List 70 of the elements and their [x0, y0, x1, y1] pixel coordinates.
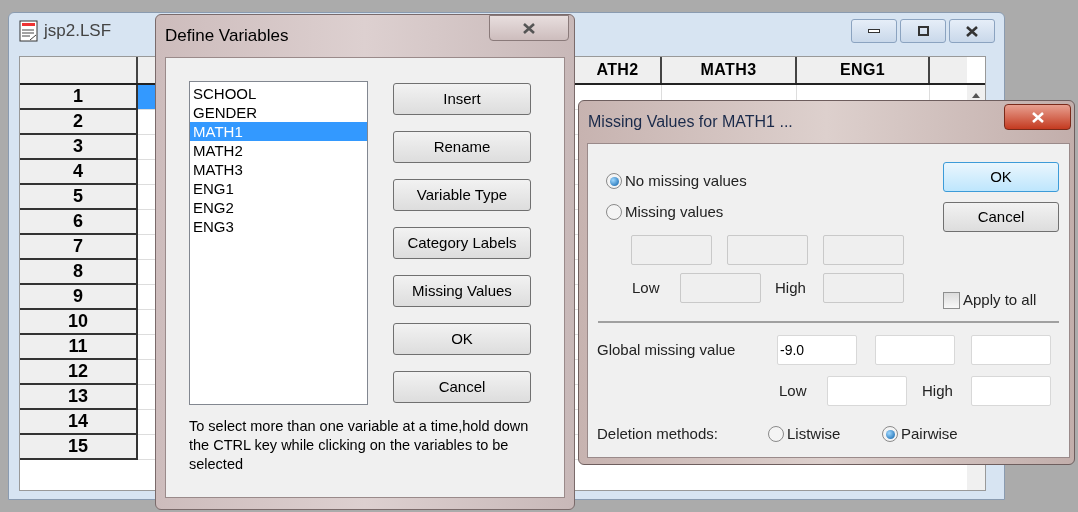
dialog-button[interactable]: Category Labels — [393, 227, 531, 259]
input-field[interactable] — [875, 335, 955, 365]
high-label: High — [775, 277, 807, 298]
row-header[interactable]: 7 — [20, 235, 138, 260]
row-header[interactable]: 3 — [20, 135, 138, 160]
dialog-button[interactable]: Variable Type — [393, 179, 531, 211]
input-field[interactable] — [971, 376, 1051, 406]
dialog-button[interactable]: OK — [943, 162, 1059, 192]
radio-button[interactable] — [882, 426, 898, 443]
row-header[interactable]: 15 — [20, 435, 138, 460]
row-header[interactable]: 5 — [20, 185, 138, 210]
dialog-title: Missing Values for MATH1 ... — [588, 112, 793, 132]
close-icon — [1031, 111, 1044, 123]
row-header[interactable]: 4 — [20, 160, 138, 185]
header-cell — [930, 57, 967, 83]
high-label: High — [922, 380, 954, 401]
column-header: MATH3 — [662, 57, 797, 83]
input-field[interactable] — [971, 335, 1051, 365]
close-button[interactable] — [1004, 104, 1071, 130]
list-item[interactable]: MATH2 — [190, 141, 367, 160]
dialog-button[interactable]: Rename — [393, 131, 531, 163]
dialog-button[interactable]: Cancel — [943, 202, 1059, 232]
row-header[interactable]: 9 — [20, 285, 138, 310]
radio-label: Pairwise — [901, 424, 958, 444]
column-header: ATH2 — [575, 57, 662, 83]
global-missing-label: Global missing value — [597, 339, 737, 360]
dialog-button[interactable]: Insert — [393, 83, 531, 115]
row-header[interactable]: 6 — [20, 210, 138, 235]
input-field[interactable] — [827, 376, 907, 406]
radio-label: Missing values — [625, 201, 724, 222]
row-header[interactable]: 14 — [20, 410, 138, 435]
radio-label: Listwise — [787, 424, 841, 444]
list-item[interactable]: GENDER — [190, 103, 367, 122]
maximize-button[interactable] — [900, 19, 946, 43]
checkbox-label: Apply to all — [963, 290, 1037, 310]
row-header[interactable]: 10 — [20, 310, 138, 335]
list-item[interactable]: SCHOOL — [190, 84, 367, 103]
radio-button[interactable] — [768, 426, 784, 443]
low-label: Low — [779, 380, 808, 401]
dialog-button[interactable]: Missing Values — [393, 275, 531, 307]
window-title: jsp2.LSF — [44, 20, 112, 43]
close-icon — [966, 25, 978, 37]
minimize-button[interactable] — [851, 19, 897, 43]
list-item[interactable]: ENG3 — [190, 217, 367, 236]
row-header[interactable]: 1 — [20, 85, 138, 110]
radio-label: No missing values — [625, 170, 747, 191]
close-icon — [523, 22, 535, 34]
deletion-methods-label: Deletion methods: — [597, 424, 719, 444]
row-header[interactable]: 8 — [20, 260, 138, 285]
list-item[interactable]: ENG1 — [190, 179, 367, 198]
low-label: Low — [632, 277, 661, 298]
close-button[interactable] — [489, 15, 569, 41]
list-item[interactable]: ENG2 — [190, 198, 367, 217]
radio-button[interactable] — [606, 173, 622, 189]
row-header[interactable]: 2 — [20, 110, 138, 135]
variable-list[interactable]: SCHOOL GENDER MATH1 MATH2 MATH3 ENG1 ENG2 ENG3 — [189, 81, 368, 405]
dialog-button[interactable]: Cancel — [393, 371, 531, 403]
row-header[interactable]: 12 — [20, 360, 138, 385]
radio-button[interactable] — [606, 204, 622, 220]
close-button[interactable] — [949, 19, 995, 43]
dialog-button[interactable]: OK — [393, 323, 531, 355]
checkbox[interactable] — [943, 291, 960, 309]
dialog-title: Define Variables — [165, 25, 289, 48]
row-header[interactable]: 13 — [20, 385, 138, 410]
list-item[interactable]: MATH3 — [190, 160, 367, 179]
input-field[interactable]: -9.0 — [777, 335, 857, 365]
row-header[interactable]: 11 — [20, 335, 138, 360]
hint-text: To select more than one variable at a time,hold down the CTRL key while clicking on the variables to be selected — [189, 417, 530, 474]
document-icon — [18, 20, 40, 42]
column-header: ENG1 — [797, 57, 930, 83]
